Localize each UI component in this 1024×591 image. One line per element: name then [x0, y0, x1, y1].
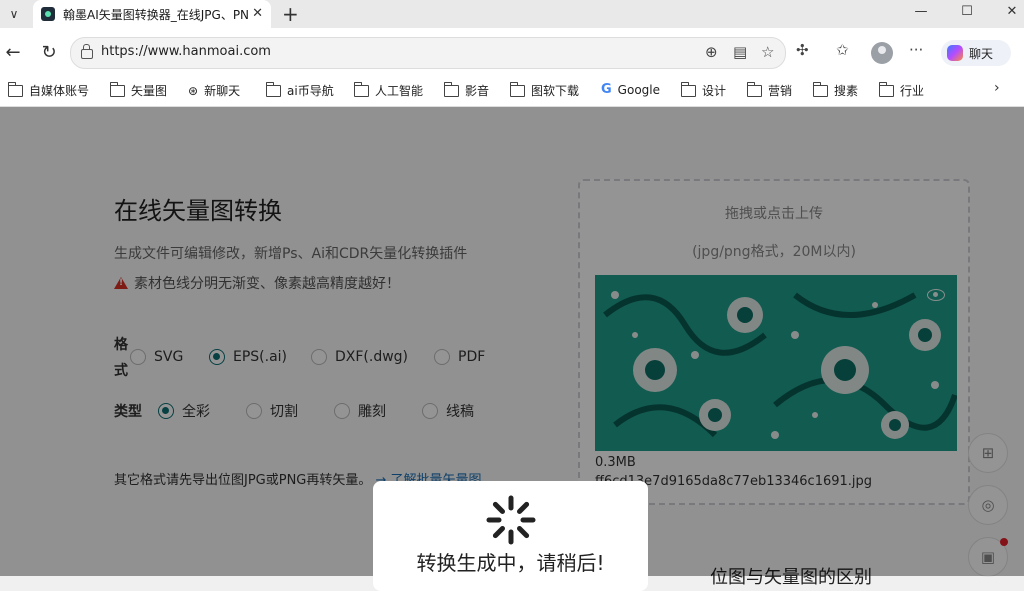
folder-icon [879, 81, 894, 97]
bookmark-item[interactable]: 营销 [747, 81, 793, 99]
bookmark-item[interactable]: ⊛ 新聊天 [188, 82, 240, 99]
copilot-label: 聊天 [969, 46, 994, 61]
folder-icon [8, 81, 23, 97]
bookmark-label: 影音 [465, 84, 490, 98]
bookmark-item[interactable]: 自媒体账号 [8, 81, 90, 99]
loading-text: 转换生成中，请稍后! [416, 551, 605, 575]
folder-icon [813, 81, 828, 97]
bookmark-label: 新聊天 [204, 84, 241, 98]
bookmark-item[interactable]: 设计 [681, 81, 727, 99]
browser-tab[interactable]: 翰墨AI矢量图转换器_在线JPG、PNG ✕ [33, 0, 271, 28]
address-bar[interactable]: https://www.hanmoai.com ⊕ ▤ ☆ [70, 37, 786, 69]
minimize-icon[interactable]: — [911, 4, 931, 19]
favorites-icon[interactable]: ✩ [836, 41, 849, 59]
google-icon: G [601, 82, 612, 97]
bookmark-item[interactable]: G Google [601, 82, 660, 97]
loading-dialog: 转换生成中，请稍后! [373, 481, 648, 591]
loading-spinner-icon [486, 495, 536, 545]
chevron-right-icon[interactable]: › [994, 80, 1000, 96]
star-icon[interactable]: ☆ [761, 43, 774, 61]
bookmark-item[interactable]: 搜素 [813, 81, 859, 99]
chat-icon: ⊛ [188, 83, 199, 98]
folder-icon [510, 81, 525, 97]
bookmark-item[interactable]: 图软下载 [510, 81, 580, 99]
lock-icon[interactable] [81, 44, 93, 59]
copilot-button[interactable]: 聊天 [941, 40, 1011, 66]
bookmark-label: 搜素 [834, 84, 859, 98]
bookmark-label: 人工智能 [375, 84, 424, 98]
bookmark-label: 营销 [768, 84, 793, 98]
zoom-icon[interactable]: ⊕ [705, 43, 718, 61]
tab-title: 翰墨AI矢量图转换器_在线JPG、PNG [63, 7, 249, 22]
puzzle-icon[interactable]: ✣ [796, 41, 809, 59]
url-text[interactable]: https://www.hanmoai.com [101, 44, 271, 59]
refresh-icon[interactable]: ↻ [37, 40, 61, 64]
back-arrow-icon[interactable]: ← [1, 40, 25, 64]
bookmark-item[interactable]: 影音 [444, 81, 490, 99]
folder-icon [681, 81, 696, 97]
avatar[interactable] [871, 42, 893, 64]
window-close-icon[interactable]: ✕ [1002, 4, 1022, 19]
bookmark-label: Google [617, 82, 660, 97]
copilot-icon [947, 45, 963, 61]
chevron-down-icon[interactable]: ∨ [2, 2, 26, 26]
folder-icon [354, 81, 369, 97]
bookmarks-bar: 自媒体账号 矢量图 ⊛ 新聊天 ai币导航 人工智能 影音 图软下载 G Googl… [0, 76, 1024, 107]
folder-icon [444, 81, 459, 97]
bookmark-item[interactable]: ai币导航 [266, 81, 334, 99]
bookmark-item[interactable]: 人工智能 [354, 81, 424, 99]
tab-strip: ∨ 翰墨AI矢量图转换器_在线JPG、PNG ✕ + — ☐ ✕ [0, 0, 1024, 28]
folder-icon [266, 81, 281, 97]
bookmark-label: 设计 [702, 84, 727, 98]
bookmark-label: 行业 [900, 84, 925, 98]
bookmark-item[interactable]: 矢量图 [110, 81, 168, 99]
folder-icon [747, 81, 762, 97]
address-row: ← ↻ https://www.hanmoai.com ⊕ ▤ ☆ ✣ ✩ ··… [0, 28, 1024, 76]
plus-icon[interactable]: + [282, 2, 299, 26]
bookmark-label: ai币导航 [287, 84, 334, 98]
folder-icon [110, 81, 125, 97]
close-icon[interactable]: ✕ [252, 6, 263, 21]
maximize-icon[interactable]: ☐ [957, 4, 977, 19]
reader-icon[interactable]: ▤ [733, 43, 747, 61]
bookmark-label: 图软下载 [531, 84, 580, 98]
bookmark-item[interactable]: 行业 [879, 81, 925, 99]
more-icon[interactable]: ··· [909, 41, 923, 59]
site-favicon-icon [41, 7, 55, 21]
bookmark-label: 自媒体账号 [29, 84, 90, 98]
bookmark-label: 矢量图 [131, 84, 168, 98]
